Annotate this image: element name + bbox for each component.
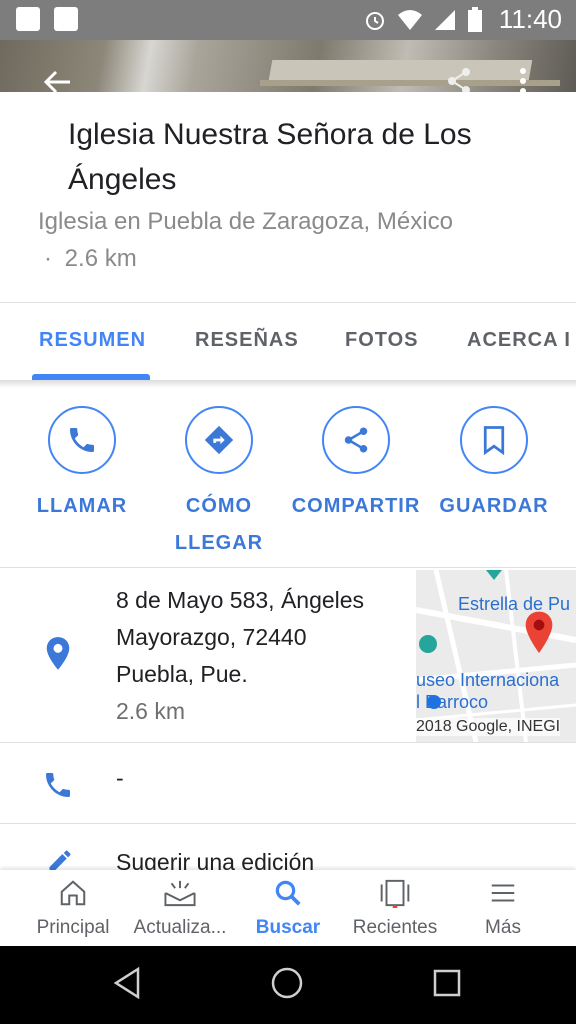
- battery-icon: [467, 6, 482, 32]
- bottom-navigation: Principal Actualiza... Buscar Recientes …: [0, 870, 576, 946]
- phone-icon: [48, 406, 116, 474]
- map-marker-icon: [525, 611, 553, 653]
- divider: [0, 823, 576, 824]
- tab-acerca[interactable]: ACERCA I: [467, 329, 571, 352]
- map-thumbnail[interactable]: Estrella de Pu useo Internaciona l Barro…: [416, 570, 576, 742]
- address-line-2: Mayorazgo, 72440: [116, 624, 307, 650]
- recents-icon: [380, 879, 410, 910]
- nav-recientes[interactable]: Recientes: [340, 878, 450, 939]
- share-icon[interactable]: [444, 66, 474, 92]
- map-label-museo: useo Internaciona: [416, 670, 560, 690]
- share-label: COMPARTIR: [291, 495, 421, 517]
- call-button[interactable]: LLAMAR: [12, 406, 152, 525]
- nav-mas[interactable]: Más: [448, 878, 558, 939]
- divider: [0, 567, 576, 568]
- status-bar: 11:40: [0, 0, 576, 40]
- tab-fotos[interactable]: FOTOS: [345, 329, 419, 352]
- bookmark-icon: [460, 406, 528, 474]
- nav-buscar[interactable]: Buscar: [233, 878, 343, 939]
- suggest-edit-row[interactable]: Sugerir una edición: [0, 825, 576, 871]
- updates-icon: [164, 880, 196, 907]
- nav-actualizaciones[interactable]: Actualiza...: [125, 878, 235, 939]
- address-text: 8 de Mayo 583, Ángeles Mayorazgo, 72440 …: [116, 582, 364, 730]
- directions-button[interactable]: CÓMO LLEGAR: [149, 406, 289, 562]
- location-pin-icon: [46, 637, 70, 670]
- more-options-icon[interactable]: [516, 66, 530, 92]
- save-button[interactable]: GUARDAR: [424, 406, 564, 525]
- back-triangle-icon[interactable]: [112, 966, 142, 1000]
- nav-principal[interactable]: Principal: [18, 878, 128, 939]
- alarm-icon: [365, 11, 384, 30]
- nav-label: Actualiza...: [133, 917, 227, 938]
- place-distance: 2.6 km: [64, 245, 137, 272]
- edit-pencil-icon: [49, 850, 71, 871]
- map-copyright: 2018 Google, INEGI: [416, 718, 561, 736]
- address-row[interactable]: 8 de Mayo 583, Ángeles Mayorazgo, 72440 …: [0, 570, 576, 742]
- system-navigation-bar: [0, 946, 576, 1024]
- directions-icon: [185, 406, 253, 474]
- moon-notification-icon: [54, 7, 78, 31]
- tab-resumen[interactable]: RESUMEN: [39, 329, 146, 352]
- place-category-location: Iglesia en Puebla de Zaragoza, México: [38, 208, 453, 235]
- separator: ·: [44, 245, 52, 272]
- notification-icon: [16, 7, 40, 31]
- tab-resenas[interactable]: RESEÑAS: [195, 329, 299, 352]
- phone-value: -: [116, 765, 124, 791]
- nav-label: Más: [485, 917, 521, 938]
- address-line-1: 8 de Mayo 583, Ángeles: [116, 587, 365, 613]
- place-subtitle: Iglesia en Puebla de Zaragoza, México · …: [38, 203, 458, 277]
- share-button[interactable]: COMPARTIR: [286, 406, 426, 525]
- place-photo[interactable]: [0, 40, 576, 92]
- menu-icon: [491, 884, 515, 902]
- home-circle-icon[interactable]: [270, 966, 304, 1000]
- clock: 11:40: [498, 4, 562, 34]
- search-icon: [275, 880, 301, 906]
- share-icon: [322, 406, 390, 474]
- address-line-3: Puebla, Pue.: [116, 661, 248, 687]
- map-label-barroco: l Barroco: [416, 692, 489, 712]
- wifi-icon: [397, 9, 422, 30]
- address-distance: 2.6 km: [116, 698, 186, 724]
- nav-label: Buscar: [255, 917, 321, 938]
- recents-square-icon[interactable]: [432, 968, 462, 998]
- home-icon: [60, 880, 86, 906]
- tab-bar: RESUMEN RESEÑAS FOTOS ACERCA I: [0, 303, 576, 381]
- phone-icon: [46, 773, 70, 797]
- directions-label: CÓMO LLEGAR: [174, 495, 264, 554]
- nav-label: Principal: [36, 917, 110, 938]
- tab-shadow: [0, 380, 576, 388]
- call-label: LLAMAR: [36, 495, 128, 517]
- place-title: Iglesia Nuestra Señora de Los Ángeles: [68, 118, 472, 196]
- save-label: GUARDAR: [439, 495, 549, 517]
- suggest-edit-label: Sugerir una edición: [116, 849, 315, 871]
- back-arrow-icon[interactable]: [42, 68, 72, 92]
- signal-icon: [434, 9, 455, 30]
- nav-label: Recientes: [352, 917, 438, 938]
- phone-row[interactable]: -: [0, 743, 576, 823]
